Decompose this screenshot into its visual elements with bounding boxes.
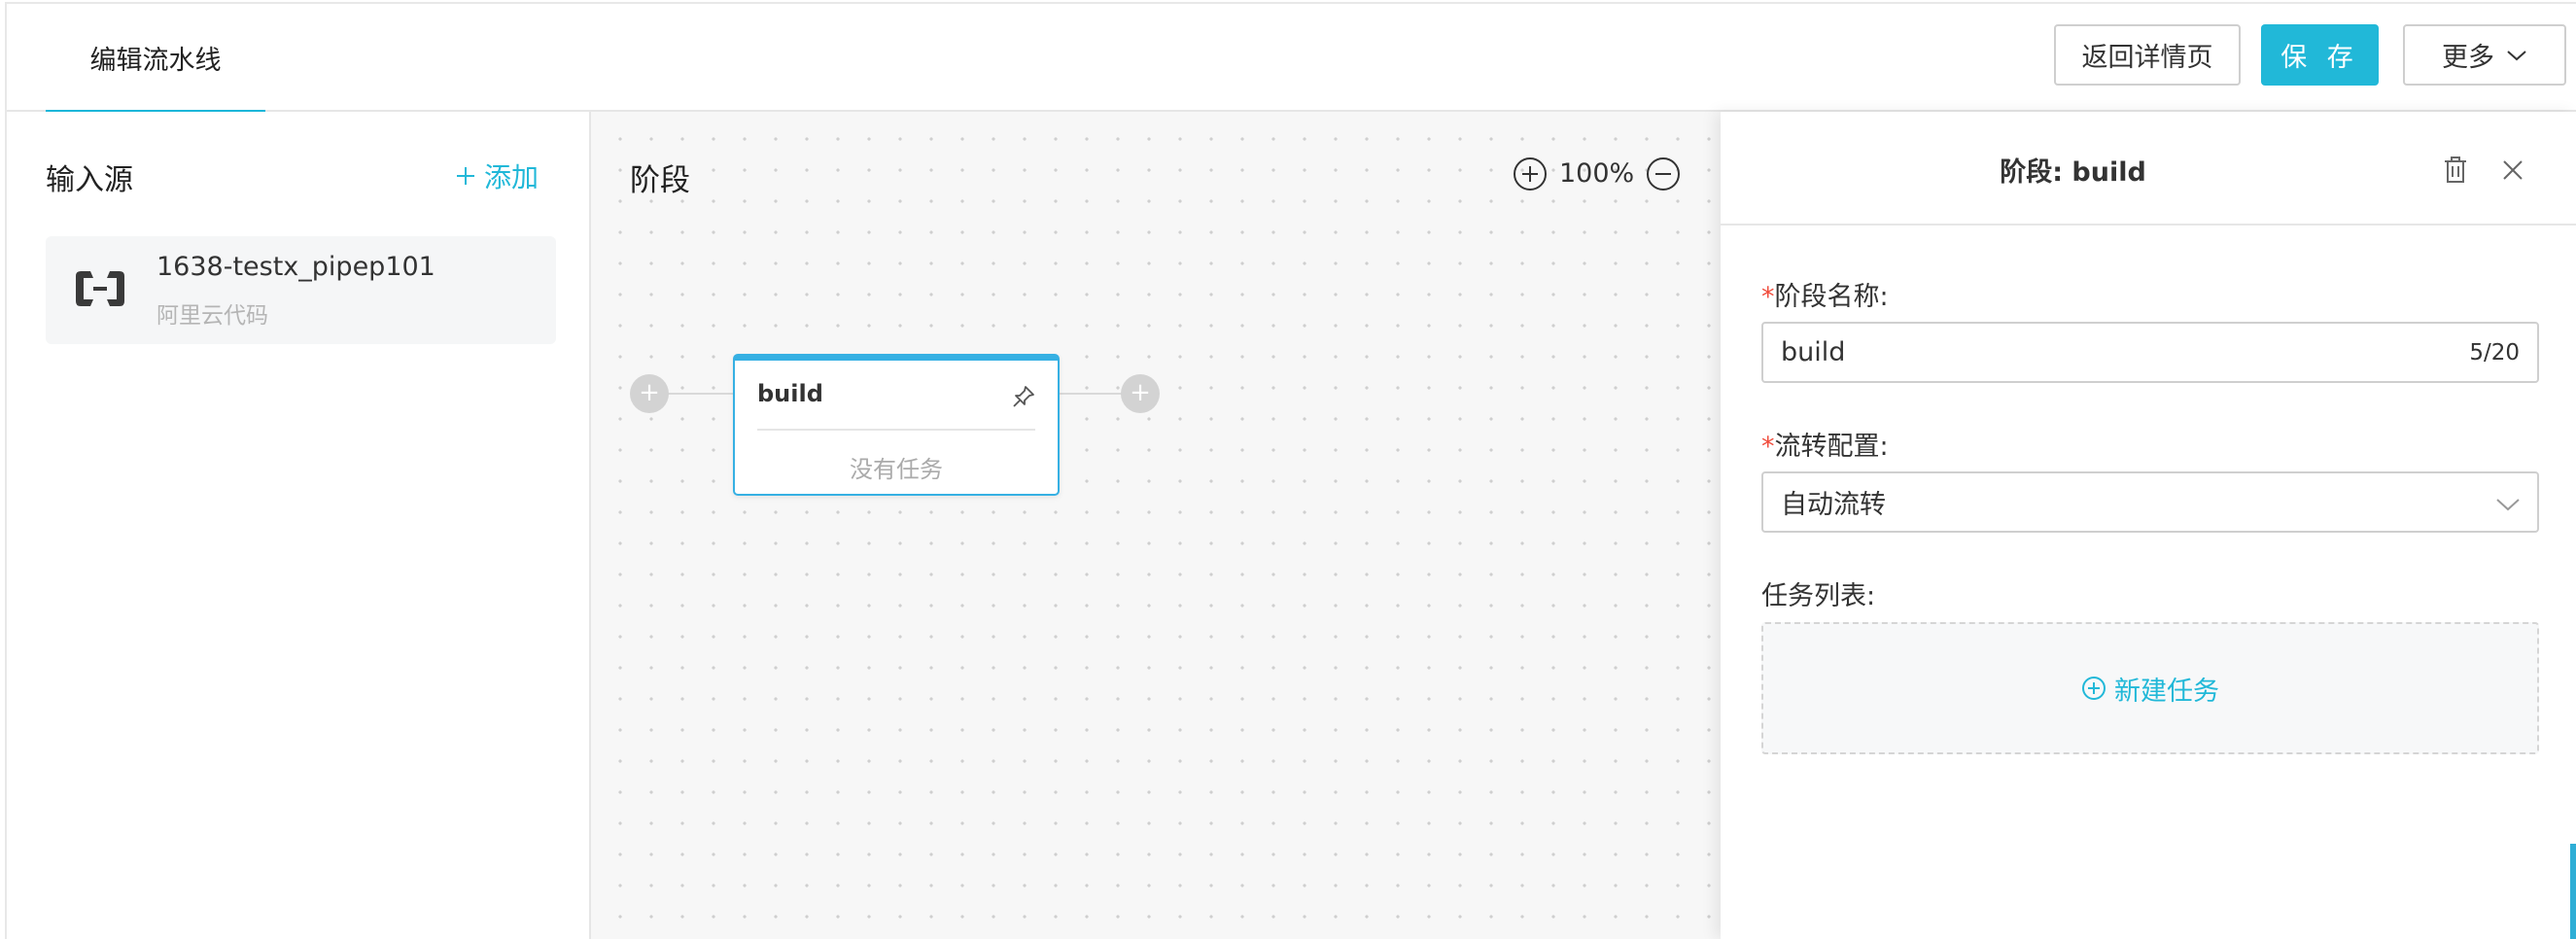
required-marker: * xyxy=(1761,432,1775,462)
stage-name-label-text: 阶段名称: xyxy=(1774,282,1889,312)
zoom-in-icon[interactable] xyxy=(1513,156,1548,191)
stage-name-input[interactable]: build 5/20 xyxy=(1761,322,2539,383)
char-counter: 5/20 xyxy=(2469,339,2520,365)
plus-icon xyxy=(457,167,474,185)
flow-config-label-text: 流转配置: xyxy=(1774,432,1889,462)
tab-edit-pipeline[interactable]: 编辑流水线 xyxy=(46,4,265,114)
connector-left xyxy=(663,393,733,395)
task-list-label: 任务列表: xyxy=(1761,581,1876,611)
stage-name-value: build xyxy=(1781,337,1846,367)
stage-canvas[interactable]: 阶段 100% + + build 没有任务 xyxy=(591,112,1726,939)
pin-icon[interactable] xyxy=(1011,384,1036,409)
chevron-down-icon xyxy=(2507,50,2526,60)
stage-divider xyxy=(757,429,1035,431)
source-card[interactable]: 1638-testx_pipep101 阿里云代码 xyxy=(46,236,556,344)
stage-settings-drawer: 阶段: build *阶段名称: build 5/20 *流转配置: 自动流转 … xyxy=(1721,112,2576,939)
add-stage-before-button[interactable]: + xyxy=(630,374,669,413)
zoom-level: 100% xyxy=(1559,158,1635,189)
save-button[interactable]: 保 存 xyxy=(2261,24,2379,86)
drawer-title: 阶段: build xyxy=(2000,157,2146,188)
aliyun-logo-icon xyxy=(76,271,124,306)
source-name: 1638-testx_pipep101 xyxy=(157,252,435,282)
add-stage-after-button[interactable]: + xyxy=(1121,374,1160,413)
plus-circle-icon xyxy=(2082,677,2106,700)
close-icon[interactable] xyxy=(2500,157,2525,183)
sources-title: 输入源 xyxy=(46,163,133,197)
more-label: 更多 xyxy=(2442,43,2494,73)
stage-name-label: *阶段名称: xyxy=(1761,275,1889,313)
stage-card-build[interactable]: build 没有任务 xyxy=(733,354,1060,496)
stage-empty-text: 没有任务 xyxy=(850,456,943,483)
new-task-button[interactable]: 新建任务 xyxy=(2081,670,2219,708)
stage-name: build xyxy=(757,380,823,407)
flow-config-label: *流转配置: xyxy=(1761,425,1889,463)
header-bar: 编辑流水线 返回详情页 保 存 更多 xyxy=(7,4,2576,114)
connector-right xyxy=(1060,393,1124,395)
canvas-title: 阶段 xyxy=(630,163,690,198)
back-to-details-button[interactable]: 返回详情页 xyxy=(2054,24,2241,86)
trash-icon[interactable] xyxy=(2442,156,2469,185)
flow-config-select[interactable]: 自动流转 xyxy=(1761,471,2539,533)
add-source-button[interactable]: 添加 xyxy=(455,156,539,195)
zoom-out-icon[interactable] xyxy=(1646,156,1681,191)
flow-config-value: 自动流转 xyxy=(1781,490,1886,520)
more-dropdown-button[interactable]: 更多 xyxy=(2403,24,2566,86)
scrollbar-edge[interactable] xyxy=(2570,844,2576,939)
new-task-label: 新建任务 xyxy=(2114,676,2219,707)
source-type: 阿里云代码 xyxy=(157,303,268,329)
drawer-header: 阶段: build xyxy=(1721,112,2576,226)
chevron-down-icon xyxy=(2496,499,2520,511)
sources-panel: 输入源 添加 1638-testx_pipep101 阿里云代码 xyxy=(7,112,591,939)
required-marker: * xyxy=(1761,282,1775,312)
add-source-label: 添加 xyxy=(484,161,540,193)
task-list-box: 新建任务 xyxy=(1761,622,2539,754)
